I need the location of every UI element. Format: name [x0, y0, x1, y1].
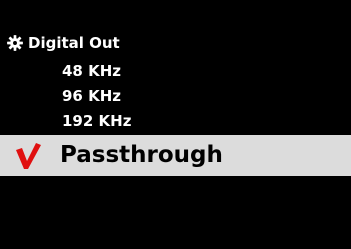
menu-screen: Digital Out 48 KHz 96 KHz 192 KHz Passth…: [0, 0, 351, 249]
option-48khz[interactable]: 48 KHz: [62, 60, 121, 82]
option-passthrough-label: Passthrough: [60, 142, 223, 168]
checkmark-icon: [16, 143, 41, 169]
menu-header: Digital Out: [6, 30, 120, 56]
option-passthrough[interactable]: Passthrough: [0, 135, 351, 176]
option-96khz[interactable]: 96 KHz: [62, 85, 121, 107]
gear-icon: [7, 35, 23, 51]
option-192khz[interactable]: 192 KHz: [62, 110, 131, 132]
menu-title: Digital Out: [28, 34, 120, 52]
